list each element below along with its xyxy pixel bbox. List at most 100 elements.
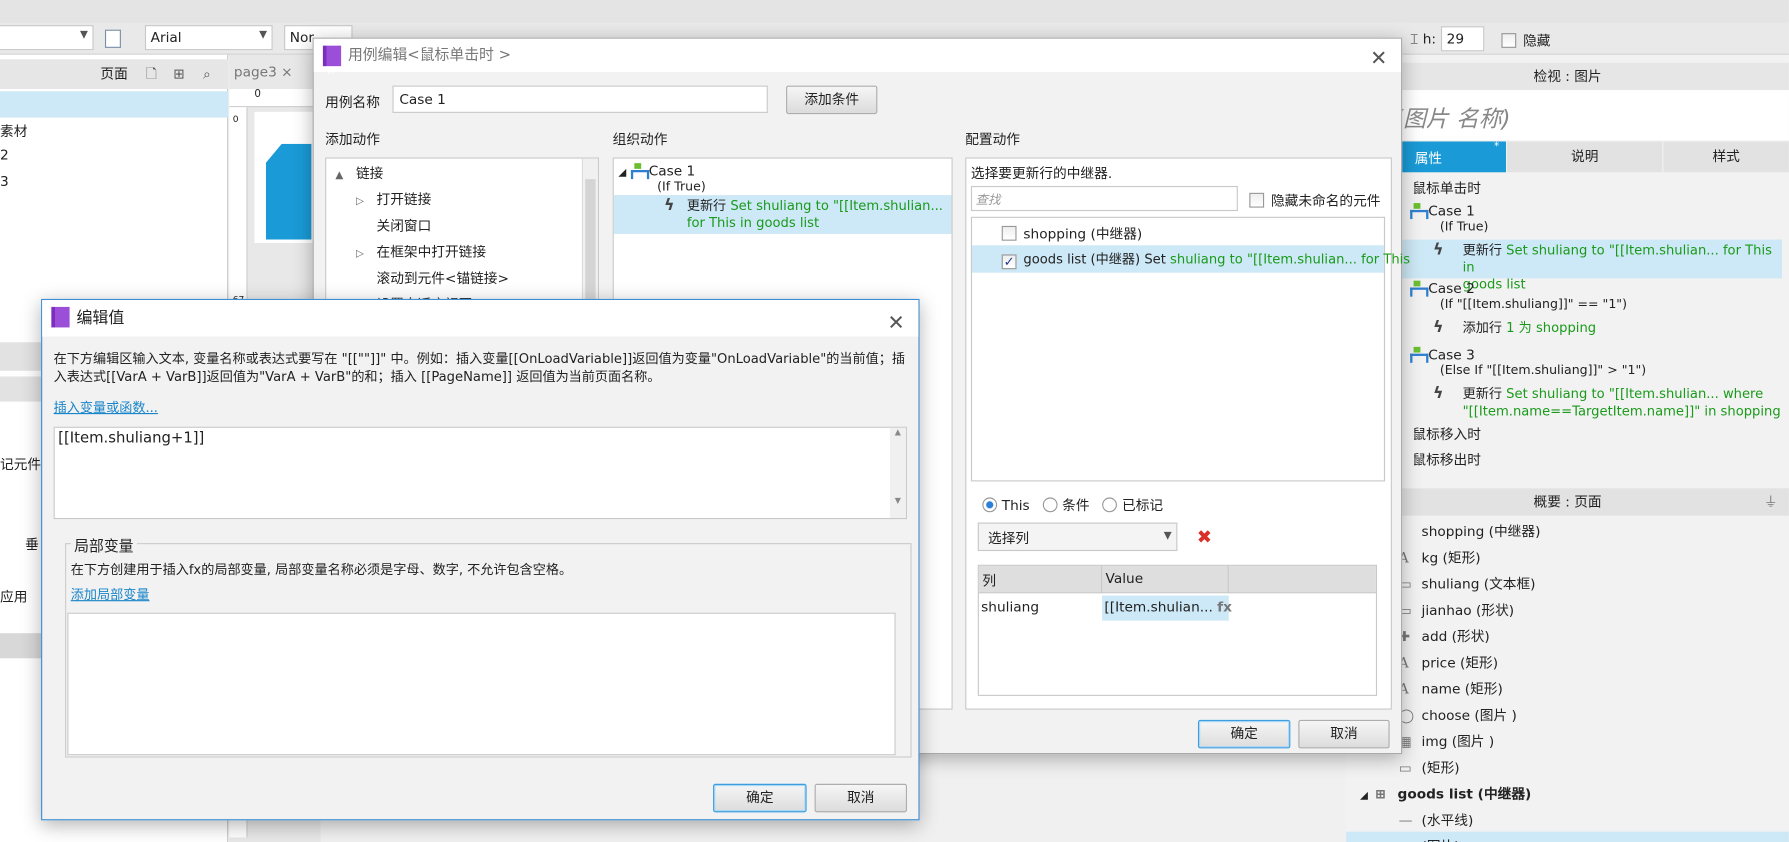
tab-style[interactable]: 样式 xyxy=(1663,141,1789,173)
action-label: 在框架中打开链接 xyxy=(376,244,487,261)
tab-notes[interactable]: 说明 xyxy=(1507,141,1663,173)
repeater-item-shopping[interactable]: shopping (中继器) xyxy=(1001,224,1142,245)
action-detail: Set shuliang to "[[Item.shulian... for T… xyxy=(1462,241,1772,275)
close-icon[interactable]: ✕ xyxy=(888,306,905,343)
action-node-selected[interactable]: ϟ 更新行 Set shuliang to "[[Item.shulian... … xyxy=(613,195,952,234)
page-item[interactable]: 2 xyxy=(0,147,9,163)
checkbox-unchecked[interactable] xyxy=(1001,225,1017,241)
checkbox-icon xyxy=(1249,192,1265,208)
case-icon xyxy=(1410,346,1429,363)
scrollbar[interactable]: ▲ ▼ xyxy=(889,427,906,518)
outline-item[interactable]: Aname (矩形) xyxy=(1346,674,1789,700)
outline-item[interactable]: Akg (矩形) xyxy=(1346,543,1789,569)
outline-label: choose (图片 ) xyxy=(1421,707,1517,724)
case-name-input[interactable]: Case 1 xyxy=(392,85,768,113)
search-input[interactable]: 查找 xyxy=(970,185,1238,212)
action-item[interactable]: ▷ 打开链接 xyxy=(356,189,431,208)
hide-unnamed-checkbox[interactable]: 隐藏未命名的元件 xyxy=(1249,191,1381,210)
table-row[interactable]: shuliang [[Item.shulian... fx xyxy=(979,593,1376,621)
ruler-tick-0: 0 xyxy=(232,114,239,125)
image-widget[interactable] xyxy=(265,143,312,240)
value-textarea[interactable]: [[Item.shuliang+1]] ▲ ▼ xyxy=(53,426,908,520)
outline-item[interactable]: shopping (中继器) xyxy=(1346,517,1789,543)
outline-label: (水平线) xyxy=(1421,812,1474,829)
action-item[interactable]: ϟ 更新行 Set shuliang to "[[Item.shulian... … xyxy=(1401,239,1783,292)
add-condition-button[interactable]: 添加条件 xyxy=(786,85,878,115)
style-edit-icon[interactable] xyxy=(104,29,121,48)
scrollbar-thumb[interactable] xyxy=(585,179,596,317)
search-icon[interactable]: ⌕ xyxy=(203,59,211,89)
event-item[interactable]: 鼠标移入时 xyxy=(1412,424,1480,443)
hidden-checkbox[interactable]: 隐藏 xyxy=(1501,31,1551,50)
outline-label: (矩形) xyxy=(1421,759,1460,776)
select-column-dropdown[interactable]: 选择列 ▼ xyxy=(977,522,1178,552)
collapse-icon[interactable]: ◢ xyxy=(1360,791,1368,802)
add-local-variable-link[interactable]: 添加局部变量 xyxy=(71,585,150,603)
page-item-selected[interactable] xyxy=(0,91,229,118)
outline-item[interactable]: — (水平线) xyxy=(1346,805,1789,831)
checkbox-checked[interactable]: ✓ xyxy=(1001,254,1017,270)
page-item[interactable]: 3 xyxy=(0,173,9,189)
close-tab-icon[interactable]: × xyxy=(281,64,292,80)
outline-item[interactable]: ◯ choose (图片 ) xyxy=(1346,701,1789,727)
configure-action-title: 配置动作 xyxy=(965,131,1020,148)
event-item[interactable]: 鼠标单击时 xyxy=(1412,178,1480,197)
outline-item[interactable]: ▭ (矩形) xyxy=(1346,753,1789,779)
case-condition: (Else If "[[Item.shuliang]]" > "1") xyxy=(1439,362,1647,378)
expand-icon[interactable]: ▲ xyxy=(335,170,356,181)
case-node[interactable]: ◢ Case 1 xyxy=(618,163,695,180)
action-item[interactable]: 滚动到元件<锚链接> xyxy=(356,268,508,287)
filter-icon[interactable]: ⏚ xyxy=(1764,488,1778,515)
action-item[interactable]: ϟ 添加行 1 为 shopping xyxy=(1401,317,1782,342)
tab-page3[interactable]: page3 × xyxy=(234,64,309,87)
outline-item[interactable]: Aprice (矩形) xyxy=(1346,648,1789,674)
case-item[interactable]: Case 1 (If True) xyxy=(1410,203,1488,235)
action-item[interactable]: ϟ 更新行 Set shuliang to "[[Item.shulian... … xyxy=(1401,383,1782,422)
radio-marked[interactable]: 已标记 xyxy=(1102,497,1163,513)
expand-icon[interactable]: ▷ xyxy=(356,249,377,260)
local-variables-list[interactable] xyxy=(67,612,896,756)
outline-item[interactable]: ▦(图片) xyxy=(1346,831,1789,842)
event-item[interactable]: 鼠标移出时 xyxy=(1412,450,1480,469)
outline-item[interactable]: ▭ shuliang (文本框) xyxy=(1346,569,1789,595)
outline-item[interactable]: ◢ ⊞ goods list (中继器) xyxy=(1346,779,1789,805)
insert-variable-link[interactable]: 插入变量或函数... xyxy=(54,398,158,416)
action-item[interactable]: 关闭窗口 xyxy=(356,216,431,235)
cancel-button[interactable]: 取消 xyxy=(814,783,908,813)
scroll-up-icon[interactable]: ▲ xyxy=(890,428,906,437)
outline-item[interactable]: ▦ img (图片 ) xyxy=(1346,727,1789,753)
case-item[interactable]: Case 2 (If "[[Item.shuliang]]" == "1") xyxy=(1410,280,1627,313)
tab-properties[interactable]: 属性 * xyxy=(1401,141,1506,173)
lightning-icon: ϟ xyxy=(664,196,675,215)
fx-button[interactable]: fx xyxy=(1217,599,1232,615)
local-variables-title: 局部变量 xyxy=(70,533,137,556)
scroll-down-icon[interactable]: ▼ xyxy=(890,496,906,505)
outline-item[interactable]: ✚ add (形状) xyxy=(1346,622,1789,648)
font-dropdown[interactable]: Arial ▼ xyxy=(144,25,273,51)
radio-condition[interactable]: 条件 xyxy=(1042,497,1090,514)
checkbox-icon xyxy=(1501,33,1517,48)
table-header: 列 Value xyxy=(978,565,1376,594)
height-input[interactable]: 29 xyxy=(1440,26,1485,52)
page-item[interactable]: 素材 xyxy=(0,121,27,140)
collapse-icon[interactable]: ◢ xyxy=(618,168,626,179)
page-style-dropdown[interactable]: ▼ xyxy=(0,25,94,51)
cell-value[interactable]: [[Item.shulian... fx xyxy=(1102,595,1232,621)
action-item[interactable]: ▷ 在框架中打开链接 xyxy=(356,242,486,261)
delete-icon[interactable]: ✖ xyxy=(1197,526,1212,548)
expand-icon[interactable]: ▷ xyxy=(356,196,377,207)
close-icon[interactable]: ✕ xyxy=(1370,42,1387,75)
outline-item[interactable]: ▭ jianhao (形状) xyxy=(1346,596,1789,622)
ok-button[interactable]: 确定 xyxy=(1197,719,1291,749)
action-name: 更新行 xyxy=(686,197,727,214)
repeater-item-goods-list[interactable]: ✓ goods list (中继器) Set shuliang to "[[Ite… xyxy=(972,245,1410,273)
case-item[interactable]: Case 3 (Else If "[[Item.shuliang]]" > "1"… xyxy=(1410,346,1647,379)
radio-label: 条件 xyxy=(1062,497,1090,514)
add-folder-icon[interactable]: ⊞ xyxy=(173,59,184,89)
widget-name-input[interactable]: (图片 名称) xyxy=(1346,90,1789,141)
cancel-button[interactable]: 取消 xyxy=(1298,719,1390,749)
ok-button[interactable]: 确定 xyxy=(713,783,807,813)
action-item[interactable]: ▲ 链接 xyxy=(335,163,383,182)
radio-this[interactable]: This xyxy=(982,497,1030,513)
add-page-icon[interactable]: 🗋 xyxy=(146,59,157,89)
